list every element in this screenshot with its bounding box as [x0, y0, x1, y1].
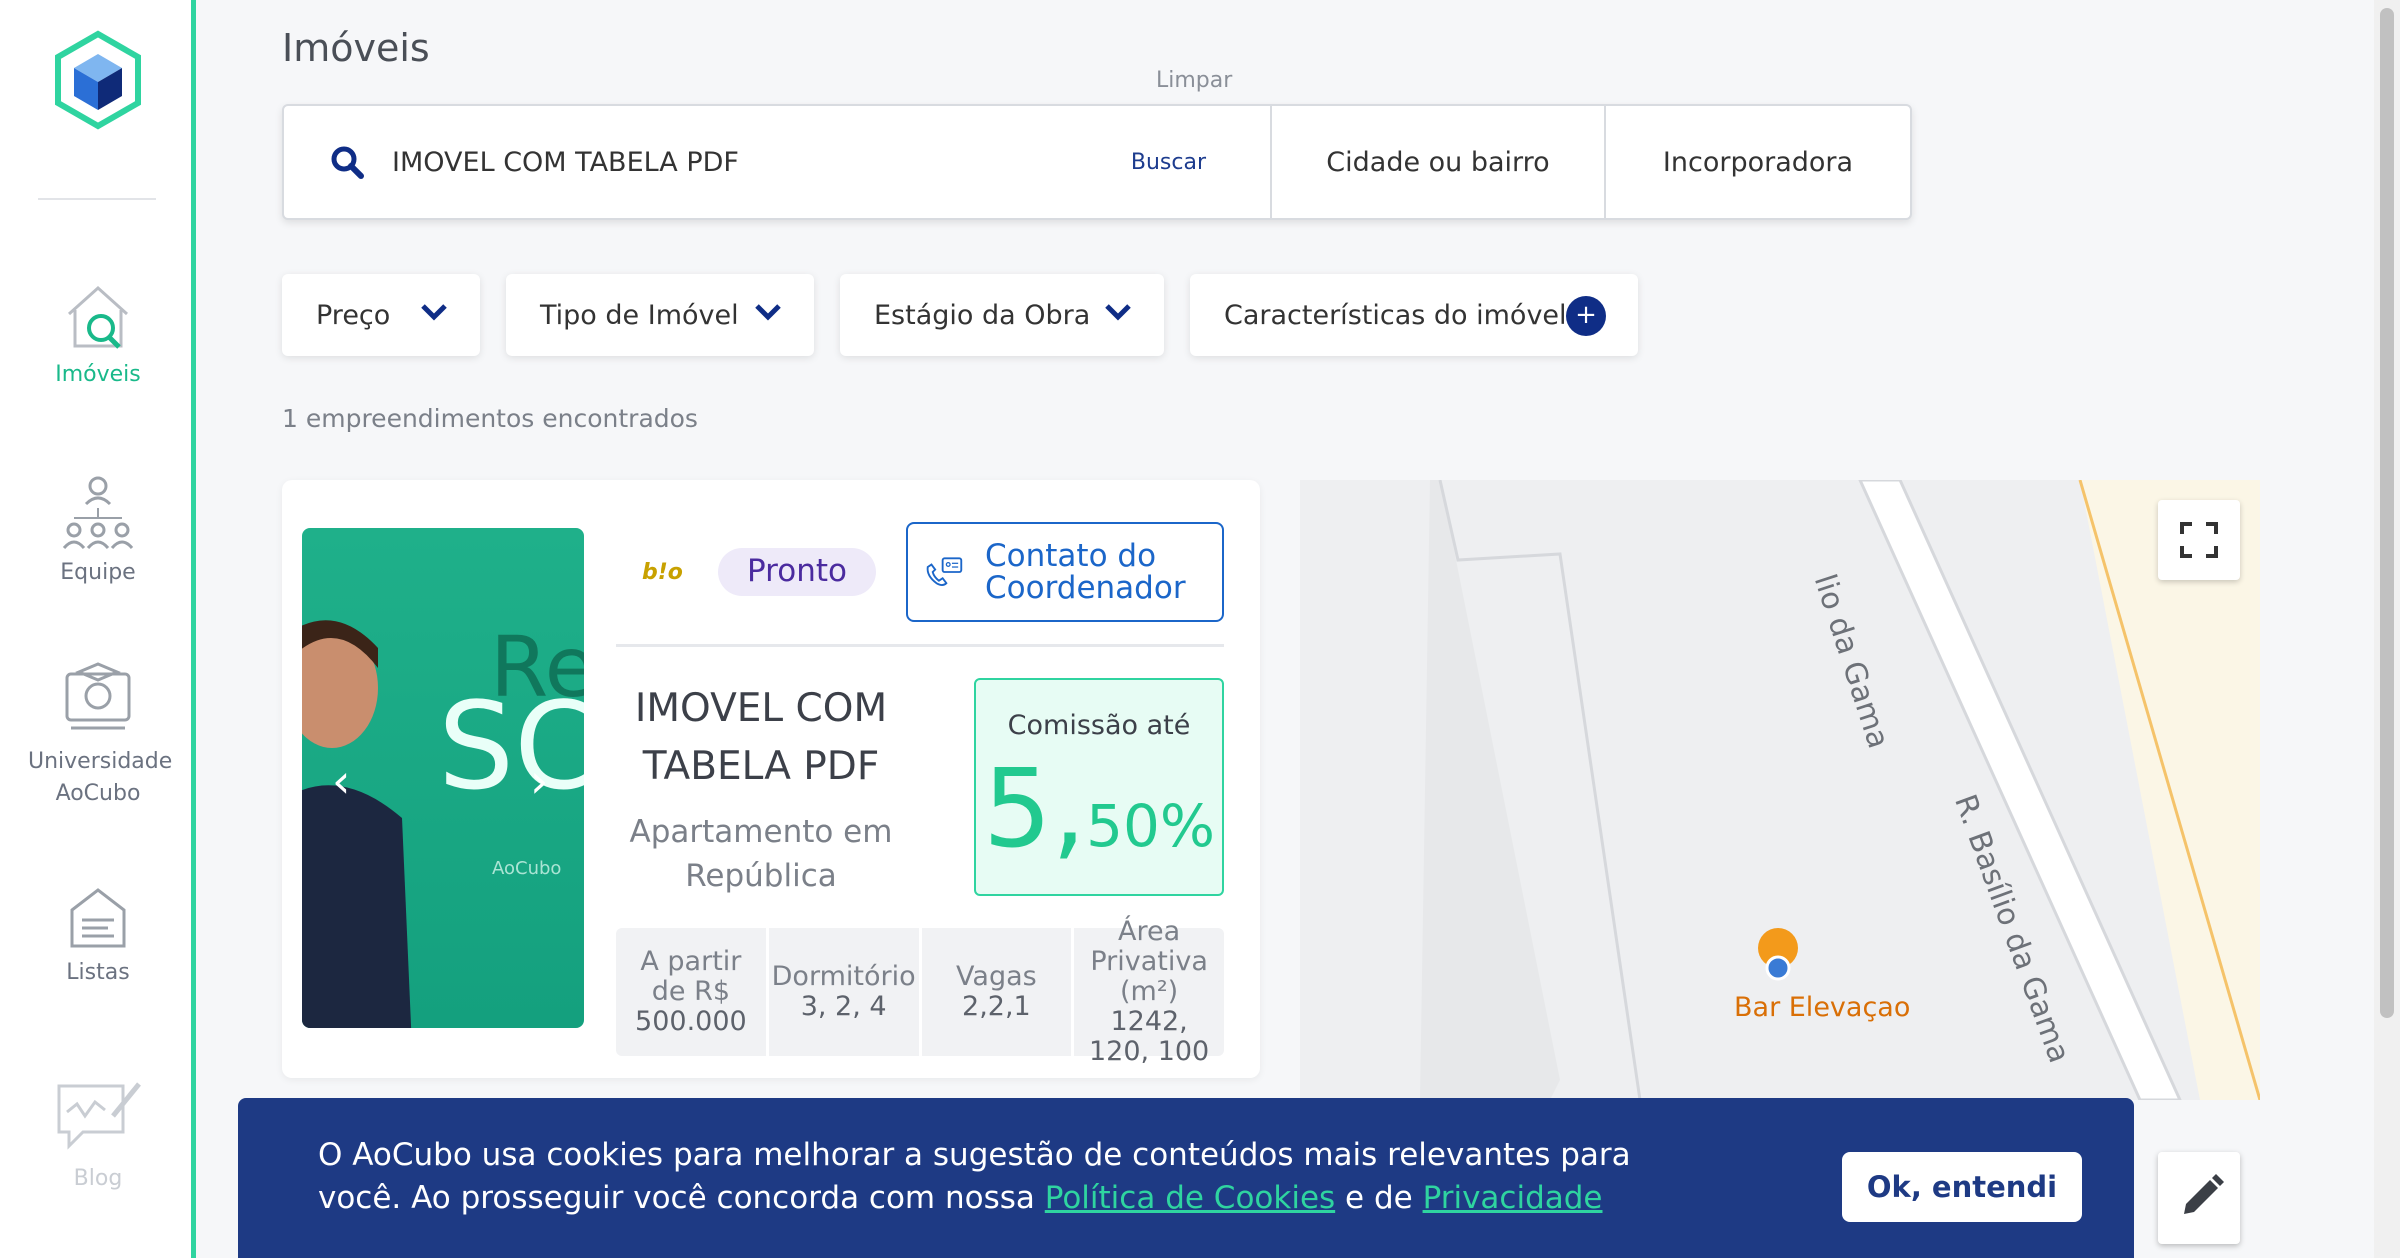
- cookie-text-part: e de: [1335, 1180, 1423, 1216]
- page-title: Imóveis: [282, 26, 430, 70]
- card-divider: [616, 644, 1224, 647]
- sidebar-divider: [38, 198, 156, 200]
- sidebar-item-label: Imóveis: [55, 362, 141, 387]
- edit-button[interactable]: [2158, 1152, 2240, 1244]
- sidebar-item-label: Listas: [66, 960, 130, 985]
- search-button[interactable]: Buscar: [1131, 150, 1206, 175]
- stat-label: Área Privativa (m²): [1090, 916, 1208, 1007]
- filter-label: Estágio da Obra: [874, 299, 1091, 331]
- developer-field[interactable]: Incorporadora: [1606, 106, 1910, 218]
- sidebar-item-imoveis[interactable]: Imóveis: [0, 282, 196, 387]
- person-photo: [302, 620, 412, 1028]
- team-icon: [62, 476, 134, 550]
- stat-label: A partir de R$: [640, 946, 742, 1007]
- results-count: 1 empreendimentos encontrados: [282, 404, 698, 433]
- sidebar-item-label: Blog: [73, 1166, 123, 1191]
- filter-label: Características do imóvel: [1224, 299, 1567, 331]
- sidebar: Imóveis Equipe Universidade AoCubo Lista…: [0, 0, 196, 1258]
- page-scrollbar[interactable]: [2374, 0, 2400, 1258]
- aocubo-logo[interactable]: [52, 30, 144, 130]
- chevron-down-icon: [421, 304, 447, 321]
- fullscreen-icon: [2180, 522, 2218, 558]
- property-card[interactable]: Re SC AoCubo ‹ › b!o Pronto Contato do C…: [282, 480, 1260, 1078]
- stat-value: 2,2,1: [962, 991, 1031, 1022]
- house-search-icon: [67, 285, 129, 349]
- commission-value: 5,50%: [976, 747, 1222, 872]
- stat-price: A partir de R$ 500.000: [616, 928, 769, 1056]
- phone-contact-icon: [926, 557, 963, 586]
- accept-cookies-button[interactable]: Ok, entendi: [1842, 1152, 2082, 1222]
- carousel-prev-icon[interactable]: ‹: [332, 754, 350, 808]
- developer-logo: b!o: [642, 560, 683, 585]
- sidebar-item-listas[interactable]: Listas: [0, 886, 196, 985]
- fullscreen-button[interactable]: [2158, 500, 2240, 580]
- property-stats: A partir de R$ 500.000 Dormitório 3, 2, …: [616, 917, 1224, 1067]
- search-icon: [331, 146, 364, 179]
- image-text: SC: [438, 678, 584, 817]
- stat-value: 3, 2, 4: [800, 991, 887, 1022]
- status-badge: Pronto: [718, 548, 876, 596]
- filter-features[interactable]: Características do imóvel +: [1190, 274, 1638, 356]
- contact-label: Contato do Coordenador: [985, 538, 1186, 606]
- sidebar-item-label: Equipe: [60, 560, 136, 585]
- sidebar-item-equipe[interactable]: Equipe: [0, 474, 196, 585]
- search-main-segment: Buscar: [284, 106, 1272, 218]
- filter-construction-stage[interactable]: Estágio da Obra: [840, 274, 1164, 356]
- cookie-banner: O AoCubo usa cookies para melhorar a sug…: [238, 1098, 2134, 1258]
- scrollbar-thumb[interactable]: [2380, 8, 2394, 1018]
- map[interactable]: lio da Gama R. Basílio da Gama Bar Eleva…: [1300, 480, 2260, 1100]
- university-icon: [65, 662, 131, 730]
- commission-dec: 50%: [1086, 792, 1215, 860]
- cookie-text: O AoCubo usa cookies para melhorar a sug…: [318, 1134, 1698, 1220]
- plus-icon: +: [1566, 296, 1606, 336]
- cookie-policy-link[interactable]: Política de Cookies: [1045, 1180, 1335, 1216]
- privacy-link[interactable]: Privacidade: [1423, 1180, 1603, 1216]
- sidebar-item-blog[interactable]: Blog: [0, 1076, 196, 1191]
- filter-label: Preço: [316, 299, 391, 331]
- commission-label: Comissão até: [1007, 710, 1191, 741]
- filter-label: Tipo de Imóvel: [540, 299, 739, 331]
- sidebar-item-label: Universidade AoCubo: [28, 749, 173, 806]
- contact-coordinator-button[interactable]: Contato do Coordenador: [906, 522, 1224, 622]
- property-title[interactable]: IMOVEL COM TABELA PDF: [616, 680, 906, 796]
- property-image-carousel[interactable]: Re SC AoCubo ‹ ›: [302, 528, 584, 1028]
- sidebar-item-universidade[interactable]: Universidade AoCubo: [0, 660, 196, 810]
- list-icon: [70, 888, 126, 948]
- commission-int: 5,: [983, 747, 1087, 872]
- poi-label[interactable]: Bar Elevaçao: [1734, 992, 1910, 1023]
- stat-bedrooms: Dormitório 3, 2, 4: [769, 928, 922, 1056]
- commission-box: Comissão até 5,50%: [974, 678, 1224, 896]
- pencil-icon: [2184, 1174, 2224, 1214]
- stat-label: Vagas: [956, 961, 1037, 992]
- city-field[interactable]: Cidade ou bairro: [1272, 106, 1606, 218]
- filter-property-type[interactable]: Tipo de Imóvel: [506, 274, 814, 356]
- chevron-down-icon: [1105, 304, 1131, 321]
- filter-price[interactable]: Preço: [282, 274, 480, 356]
- property-type: Apartamento em República: [629, 814, 893, 894]
- search-bar: Buscar Cidade ou bairro Incorporadora: [282, 104, 1912, 220]
- carousel-next-icon[interactable]: ›: [530, 754, 548, 808]
- clear-filters-link[interactable]: Limpar: [1156, 68, 1232, 93]
- stat-label: Dormitório: [771, 961, 916, 992]
- image-text: AoCubo: [492, 858, 562, 879]
- stat-area: Área Privativa (m²) 1242, 120, 100: [1074, 917, 1224, 1067]
- stat-parking: Vagas 2,2,1: [922, 928, 1075, 1056]
- blog-icon: [57, 1082, 141, 1150]
- chevron-down-icon: [755, 304, 781, 321]
- stat-value: 500.000: [635, 1006, 747, 1037]
- search-input[interactable]: [392, 146, 1092, 178]
- stat-value: 1242, 120, 100: [1089, 1006, 1210, 1067]
